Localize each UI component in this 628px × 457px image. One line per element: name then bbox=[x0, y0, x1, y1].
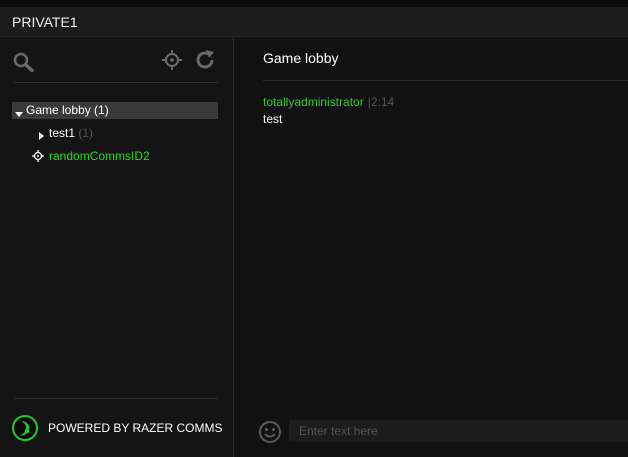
message-text: test bbox=[263, 112, 283, 126]
window-title: PRIVATE1 bbox=[12, 14, 78, 30]
subchannel-label: test1 bbox=[49, 126, 76, 140]
message-author[interactable]: totallyadministrator bbox=[263, 95, 364, 109]
message-timestamp: |2:14 bbox=[367, 95, 395, 109]
sidebar: Game lobby (1) test1 (1) randomCommsID2 bbox=[0, 37, 234, 457]
footer-divider bbox=[14, 398, 218, 399]
channel-label: Game lobby (1) bbox=[26, 103, 109, 117]
chat-header-divider bbox=[263, 80, 628, 81]
chat-input[interactable] bbox=[289, 420, 628, 442]
toolbar-divider bbox=[14, 82, 218, 83]
razer-logo-icon bbox=[12, 415, 38, 446]
chat-channel-title: Game lobby bbox=[263, 50, 339, 66]
powered-by-footer: POWERED BY RAZER COMMS bbox=[12, 413, 227, 441]
crosshair-user-icon bbox=[32, 150, 44, 165]
search-icon[interactable] bbox=[13, 52, 35, 77]
expanded-arrow-icon[interactable] bbox=[15, 107, 23, 121]
user-label: randomCommsID2 bbox=[49, 149, 150, 163]
smiley-icon[interactable] bbox=[258, 420, 282, 449]
crosshair-icon[interactable] bbox=[162, 50, 182, 75]
window-top-edge bbox=[0, 0, 628, 7]
subchannel-user-count: (1) bbox=[78, 126, 94, 140]
tree-channel-game-lobby[interactable]: Game lobby (1) bbox=[12, 102, 218, 119]
title-bar: PRIVATE1 bbox=[0, 7, 628, 37]
chat-input-box[interactable] bbox=[289, 420, 628, 442]
collapsed-arrow-icon[interactable] bbox=[39, 129, 45, 143]
powered-by-label: POWERED BY RAZER COMMS bbox=[48, 421, 223, 435]
chat-message: totallyadministrator |2:14 test bbox=[263, 95, 394, 126]
chat-panel: Game lobby totallyadministrator |2:14 tes… bbox=[234, 37, 628, 457]
refresh-icon[interactable] bbox=[194, 49, 216, 76]
